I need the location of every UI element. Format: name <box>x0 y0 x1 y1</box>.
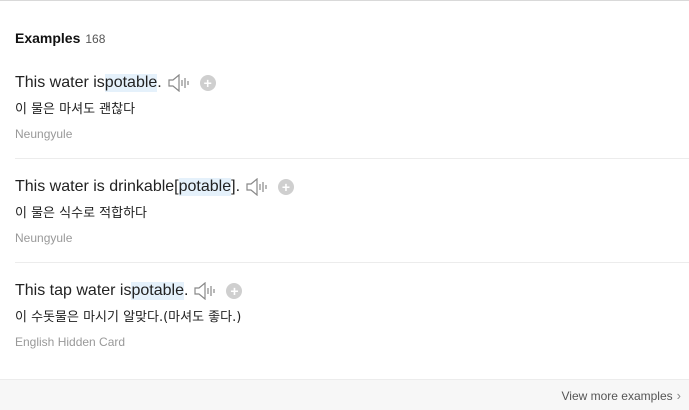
chevron-right-icon: › <box>676 388 681 403</box>
sentence-text: This tap water is <box>15 282 132 299</box>
add-to-wordbook-icon[interactable]: + <box>278 179 295 195</box>
examples-footer: View more examples › <box>0 379 689 410</box>
example-item: This water is drinkable[potable]. + 이 물은… <box>15 176 689 245</box>
example-source: Neungyule <box>15 127 73 141</box>
example-source: Neungyule <box>15 231 73 245</box>
view-more-examples-link[interactable]: View more examples › <box>561 388 681 403</box>
top-border <box>0 0 689 1</box>
sentence-text: . <box>157 74 162 91</box>
examples-header: Examples 168 <box>15 30 105 46</box>
example-sentence: This water is drinkable[potable]. + <box>15 176 689 198</box>
add-to-wordbook-icon[interactable]: + <box>199 75 216 91</box>
example-sentence: This tap water is potable. + <box>15 280 689 302</box>
example-item: This water is potable. + 이 물은 마셔도 괜찮다 Ne… <box>15 72 689 141</box>
example-item: This tap water is potable. + 이 수돗물은 마시기 … <box>15 280 689 349</box>
example-source: English Hidden Card <box>15 335 126 349</box>
example-translation: 이 물은 마셔도 괜찮다 <box>15 102 136 117</box>
example-translation: 이 물은 식수로 적합하다 <box>15 206 147 221</box>
divider <box>15 262 689 263</box>
sentence-text: . <box>183 282 189 299</box>
speaker-icon[interactable] <box>246 177 270 197</box>
example-translation: 이 수돗물은 마시기 알맞다.(마셔도 좋다.) <box>15 310 242 325</box>
highlighted-word: potable <box>131 282 184 300</box>
sentence-text: ]. <box>231 178 241 195</box>
sentence-text: This water is drinkable[ <box>15 178 179 195</box>
examples-title: Examples <box>15 30 81 46</box>
speaker-icon[interactable] <box>194 281 218 301</box>
view-more-label: View more examples <box>561 388 673 403</box>
speaker-icon[interactable] <box>168 73 192 93</box>
examples-count: 168 <box>85 32 106 46</box>
sentence-text: This water is <box>15 74 105 91</box>
highlighted-word: potable <box>104 74 158 92</box>
add-to-wordbook-icon[interactable]: + <box>226 283 243 299</box>
divider <box>15 158 689 159</box>
example-sentence: This water is potable. + <box>15 72 689 94</box>
highlighted-word: potable <box>178 178 232 196</box>
